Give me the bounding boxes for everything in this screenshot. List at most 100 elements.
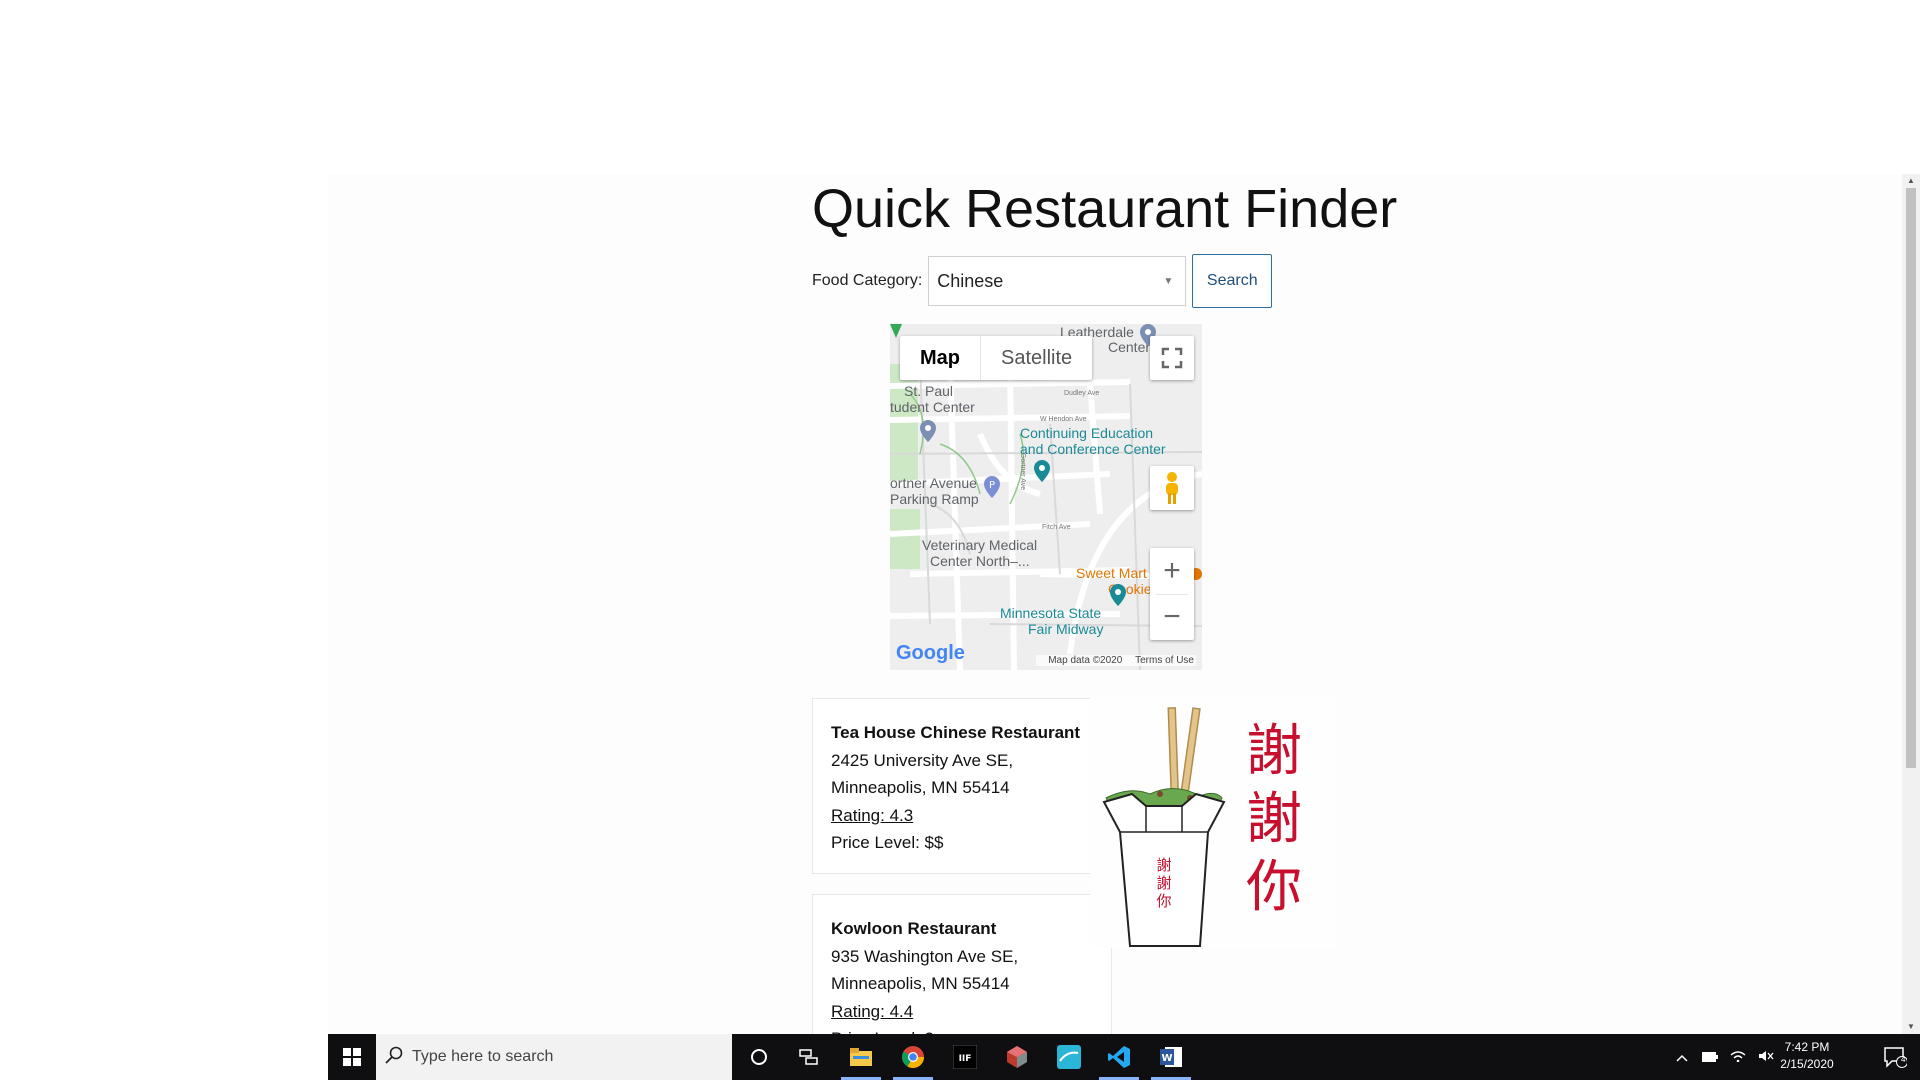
scroll-up-arrow-icon[interactable]: ▲ [1902, 174, 1920, 188]
action-center-button[interactable]: 4 [1870, 1034, 1920, 1080]
clock-time: 7:42 PM [1784, 1040, 1830, 1054]
cortana-button[interactable] [734, 1034, 784, 1080]
thank-you-character: 謝 [1246, 719, 1302, 784]
cortana-icon [751, 1049, 767, 1065]
thank-you-character: 謝 [1246, 787, 1302, 852]
map-place-label: and Conference Center [1020, 441, 1166, 457]
3d-app-icon [1007, 1046, 1027, 1068]
file-explorer-button[interactable] [836, 1034, 886, 1080]
map-type-map-button[interactable]: Map [900, 336, 980, 380]
map-street-label: W Hendon Ave [1040, 416, 1087, 423]
restaurant-card: Kowloon Restaurant 935 Washington Ave SE… [812, 894, 1112, 1034]
street-view-pegman-button[interactable] [1150, 466, 1194, 510]
box-character: 你 [1156, 892, 1171, 910]
restaurant-price-level: Price Level: $$ [831, 833, 944, 852]
zoom-control: + − [1150, 548, 1194, 640]
map[interactable]: Leatherdale Center St. Paul tudent Cente… [890, 324, 1202, 670]
search-form: Food Category: Chinese ▼ Search [812, 254, 1273, 308]
map-place-label: tudent Center [890, 399, 975, 415]
map-place-label: St. Paul [904, 383, 954, 399]
taskbar-search-box[interactable]: Type here to search [376, 1034, 732, 1080]
restaurant-address-line2: Minneapolis, MN 55414 [831, 974, 1010, 993]
map-type-satellite-button[interactable]: Satellite [980, 336, 1092, 380]
map-place-label: Parking Ramp [890, 491, 979, 507]
zoom-out-button[interactable]: − [1150, 594, 1194, 640]
3d-app-button[interactable] [992, 1034, 1042, 1080]
browser-viewport: Quick Restaurant Finder Food Category: C… [328, 174, 1920, 1034]
task-view-button[interactable] [784, 1034, 834, 1080]
wifi-icon[interactable] [1724, 1049, 1752, 1065]
restaurant-address-line2: Minneapolis, MN 55414 [831, 778, 1010, 797]
thank-you-character: 你 [1246, 855, 1302, 920]
fair-pin-icon[interactable] [1110, 584, 1126, 606]
restaurant-name: Tea House Chinese Restaurant [831, 723, 1081, 742]
iif-app-button[interactable]: IIF [940, 1034, 990, 1080]
show-hidden-icons-chevron-icon[interactable] [1668, 1049, 1696, 1065]
box-character: 謝 [1156, 856, 1171, 874]
clock-date: 2/15/2020 [1780, 1057, 1834, 1071]
map-street-label: Dudley Ave [1064, 390, 1100, 397]
restaurant-address-line1: 2425 University Ave SE, [831, 750, 1014, 770]
windows-logo-icon [343, 1048, 361, 1066]
chinese-takeout-image: 謝 謝 你 謝 謝 你 [1090, 698, 1336, 948]
zoom-in-button[interactable]: + [1150, 548, 1194, 594]
restaurant-name: Kowloon Restaurant [831, 919, 997, 938]
chrome-icon [902, 1046, 924, 1068]
system-tray [1668, 1034, 1780, 1080]
terms-of-use-link[interactable]: Terms of Use [1135, 655, 1194, 666]
food-category-select[interactable]: Chinese ▼ [928, 256, 1187, 306]
file-explorer-icon [850, 1048, 872, 1066]
map-place-label: Sweet Mart [1076, 565, 1147, 581]
box-character: 謝 [1156, 874, 1171, 892]
map-type-control: Map Satellite [900, 336, 1093, 380]
university-pin-icon[interactable] [920, 420, 936, 442]
iif-app-icon: IIF [953, 1045, 977, 1069]
map-place-label: Fair Midway [1028, 621, 1104, 637]
page-title: Quick Restaurant Finder [812, 179, 1398, 239]
word-icon: W [1160, 1047, 1182, 1067]
plus-icon: + [1163, 553, 1181, 587]
restaurant-rating-link[interactable]: Rating: 4.4 [831, 998, 1093, 1026]
map-data-text: Map data ©2020 [1048, 655, 1123, 666]
dropdown-arrow-icon: ▼ [1163, 275, 1174, 287]
task-view-icon [799, 1049, 818, 1065]
notification-count: 4 [1901, 1055, 1906, 1064]
map-place-label: Veterinary Medical [922, 537, 1038, 553]
vscode-icon [1108, 1046, 1130, 1068]
food-category-value: Chinese [937, 270, 1004, 291]
svg-text:IIF: IIF [959, 1054, 972, 1064]
map-street-label: Gortner Ave [1019, 452, 1027, 491]
google-logo: Google [896, 642, 965, 664]
restaurant-address-line1: 935 Washington Ave SE, [831, 946, 1019, 966]
map-place-label: Continuing Education [1020, 425, 1154, 441]
search-icon [376, 1046, 412, 1069]
fullscreen-button[interactable] [1150, 336, 1194, 380]
battery-icon[interactable] [1696, 1049, 1724, 1065]
parking-pin-icon[interactable]: P [984, 476, 1000, 498]
fullscreen-icon [1161, 347, 1183, 369]
vscode-button[interactable] [1094, 1034, 1144, 1080]
search-button[interactable]: Search [1192, 254, 1273, 308]
taskbar-search-placeholder: Type here to search [412, 1048, 554, 1065]
minus-icon: − [1163, 600, 1181, 634]
word-button[interactable]: W [1146, 1034, 1196, 1080]
map-attribution: Map data ©2020 Terms of Use [1036, 655, 1196, 666]
conference-pin-icon[interactable] [1034, 460, 1050, 482]
svg-text:W: W [1161, 1053, 1172, 1064]
windows-taskbar: Type here to search IIF W 7:42 PM 2/15/2… [328, 1034, 1920, 1080]
scrollbar-thumb[interactable] [1906, 188, 1916, 768]
mysql-workbench-button[interactable] [1044, 1034, 1094, 1080]
vertical-scrollbar[interactable]: ▲ ▼ [1902, 174, 1920, 1034]
svg-text:P: P [989, 480, 995, 491]
restaurant-rating-link[interactable]: Rating: 4.3 [831, 802, 1093, 830]
chrome-button[interactable] [888, 1034, 938, 1080]
map-place-label: ortner Avenue [890, 475, 977, 491]
map-street-label: Fitch Ave [1042, 524, 1071, 531]
taskbar-clock[interactable]: 7:42 PM 2/15/2020 [1768, 1039, 1846, 1073]
scroll-down-arrow-icon[interactable]: ▼ [1902, 1020, 1920, 1034]
map-place-label: Center North–... [930, 553, 1030, 569]
restaurant-price-level: Price Level: 2 [831, 1025, 1093, 1034]
takeout-box-illustration: 謝 謝 你 謝 謝 你 [1102, 707, 1302, 947]
start-button[interactable] [328, 1034, 376, 1080]
mysql-workbench-icon [1057, 1045, 1081, 1069]
